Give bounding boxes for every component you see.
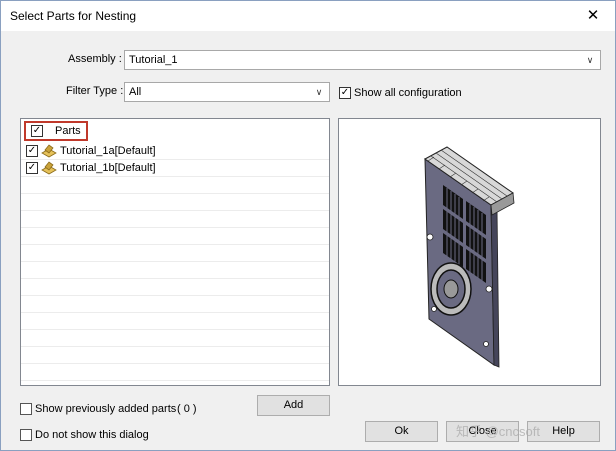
title-bar[interactable]: Select Parts for Nesting ✕	[1, 1, 615, 31]
part-3d-preview-image	[424, 146, 515, 368]
do-not-show-label: Do not show this dialog	[35, 429, 149, 441]
chevron-down-icon: ∨	[315, 87, 323, 97]
tree-row[interactable]: ✓ Tutorial_1b[Default]	[21, 160, 329, 177]
empty-row	[21, 347, 329, 364]
empty-row	[21, 228, 329, 245]
part-checkbox[interactable]: ✓	[26, 162, 38, 174]
empty-row	[21, 313, 329, 330]
parts-tree-list[interactable]: ✓ Parts ✓ Tutorial_1a[Default] ✓ Tutoria…	[20, 118, 330, 386]
filter-type-dropdown[interactable]: All ∨	[124, 82, 330, 102]
do-not-show-checkbox[interactable]	[20, 429, 32, 441]
close-window-icon[interactable]: ✕	[571, 1, 615, 31]
watermark-text: 知乎 @cncsoft	[456, 424, 540, 439]
empty-row	[21, 279, 329, 296]
empty-row	[21, 364, 329, 381]
part-icon	[41, 161, 57, 175]
show-previously-added-label: Show previously added parts	[35, 403, 177, 415]
dialog-window: Select Parts for Nesting ✕ Assembly : Tu…	[0, 0, 616, 451]
show-all-configuration-checkbox[interactable]: ✓	[339, 87, 351, 99]
assembly-value: Tutorial_1	[129, 54, 178, 66]
previously-added-count: ( 0 )	[177, 403, 197, 415]
part-icon	[41, 144, 57, 158]
filter-type-label: Filter Type :	[66, 85, 124, 97]
add-button[interactable]: Add	[257, 395, 330, 416]
parts-root-checkbox[interactable]: ✓	[31, 125, 43, 137]
empty-row	[21, 194, 329, 211]
assembly-label: Assembly :	[68, 53, 122, 65]
ok-button[interactable]: Ok	[365, 421, 438, 442]
empty-row	[21, 262, 329, 279]
show-all-configuration-label: Show all configuration	[354, 87, 462, 99]
empty-row	[21, 330, 329, 347]
part-label: Tutorial_1b[Default]	[60, 162, 156, 174]
part-preview-pane	[338, 118, 601, 386]
parts-root-label: Parts	[55, 125, 81, 137]
empty-row	[21, 296, 329, 313]
chevron-down-icon: ∨	[586, 55, 594, 65]
empty-row	[21, 245, 329, 262]
filter-type-value: All	[129, 86, 142, 98]
empty-row	[21, 211, 329, 228]
assembly-dropdown[interactable]: Tutorial_1 ∨	[124, 50, 601, 70]
tree-row[interactable]: ✓ Tutorial_1a[Default]	[21, 143, 329, 160]
show-previously-added-checkbox[interactable]	[20, 403, 32, 415]
empty-row	[21, 177, 329, 194]
window-title: Select Parts for Nesting	[10, 9, 137, 23]
part-label: Tutorial_1a[Default]	[60, 145, 156, 157]
part-checkbox[interactable]: ✓	[26, 145, 38, 157]
